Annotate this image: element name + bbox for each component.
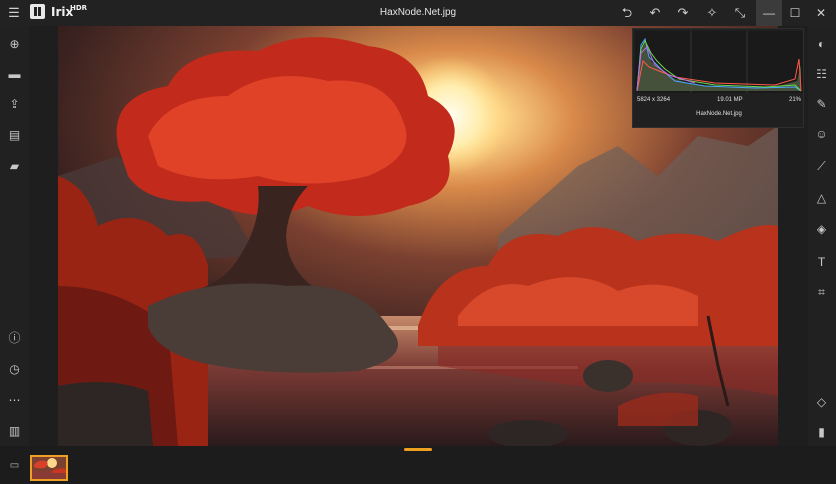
window-title: HaxNode.Net.jpg [379, 7, 457, 18]
fullscreen-icon[interactable]: ⤡ [731, 5, 749, 21]
share-icon[interactable]: ⇪ [6, 96, 23, 113]
split-view-icon[interactable]: ▮ [813, 424, 830, 441]
image-dimensions: 5824 x 3264 [637, 97, 671, 103]
histogram-graph [635, 31, 803, 93]
filmstrip-icon[interactable]: ▭ [7, 460, 22, 472]
face-icon[interactable]: ☺ [813, 126, 830, 143]
app-logo-icon [30, 4, 45, 19]
layers-icon[interactable]: ◈ [813, 221, 830, 238]
more-icon[interactable]: ⋯ [6, 392, 23, 409]
info-icon[interactable]: ⓘ [6, 330, 23, 347]
batch-icon[interactable]: ▥ [6, 423, 23, 440]
revert-icon[interactable]: ⮌ [618, 5, 636, 21]
open-folder-icon[interactable]: ▬ [6, 66, 23, 83]
triangle-filter-icon[interactable]: △ [813, 190, 830, 207]
histogram-filename: HaxNode.Net.jpg [696, 111, 742, 117]
histogram-panel: 5824 x 3264 19.01 MP 21% HaxNode.Net.jpg [632, 28, 804, 128]
panorama-icon[interactable]: ▰ [6, 158, 23, 175]
brush-icon[interactable]: ✎ [813, 96, 830, 113]
history-icon[interactable]: ◷ [6, 361, 23, 378]
minimize-button[interactable]: — [756, 0, 782, 26]
thumbnail-image [32, 457, 66, 479]
zoom-level[interactable]: 21% [779, 97, 801, 103]
menu-icon[interactable]: ☰ [6, 5, 22, 21]
undo-icon[interactable]: ↶ [646, 5, 664, 21]
crop-icon[interactable]: ⌗ [813, 284, 830, 301]
color-palette-icon[interactable]: ◐ [813, 36, 830, 53]
filmstrip-thumbnail[interactable] [30, 455, 68, 481]
maximize-button[interactable]: ☐ [782, 0, 808, 26]
right-toolbar: ◐ ☷ ✎ ☺ ⟋ △ ◈ T ⌗ ◇ ▮ [808, 26, 836, 446]
image-megapixels: 19.01 MP [717, 97, 743, 103]
compare-icon[interactable]: ◇ [813, 394, 830, 411]
text-icon[interactable]: T [813, 254, 830, 271]
add-icon[interactable]: ⊕ [6, 36, 23, 53]
browser-icon[interactable]: ▤ [6, 127, 23, 144]
filmstrip-bar: ▭ [0, 446, 836, 484]
filmstrip-handle[interactable] [404, 448, 432, 451]
adjustments-icon[interactable]: ☷ [813, 66, 830, 83]
redo-icon[interactable]: ↷ [674, 5, 692, 21]
left-toolbar: ⊕ ▬ ⇪ ▤ ▰ ⓘ ◷ ⋯ ▥ [0, 26, 29, 446]
healing-brush-icon[interactable]: ⟋ [813, 158, 830, 175]
app-edition: HDR [70, 4, 88, 12]
close-button[interactable]: ✕ [808, 0, 834, 26]
title-bar: ☰ Irix HDR HaxNode.Net.jpg ⮌ ↶ ↷ ✧ ⤡ — ☐… [0, 0, 836, 26]
auto-enhance-icon[interactable]: ✧ [703, 5, 721, 21]
